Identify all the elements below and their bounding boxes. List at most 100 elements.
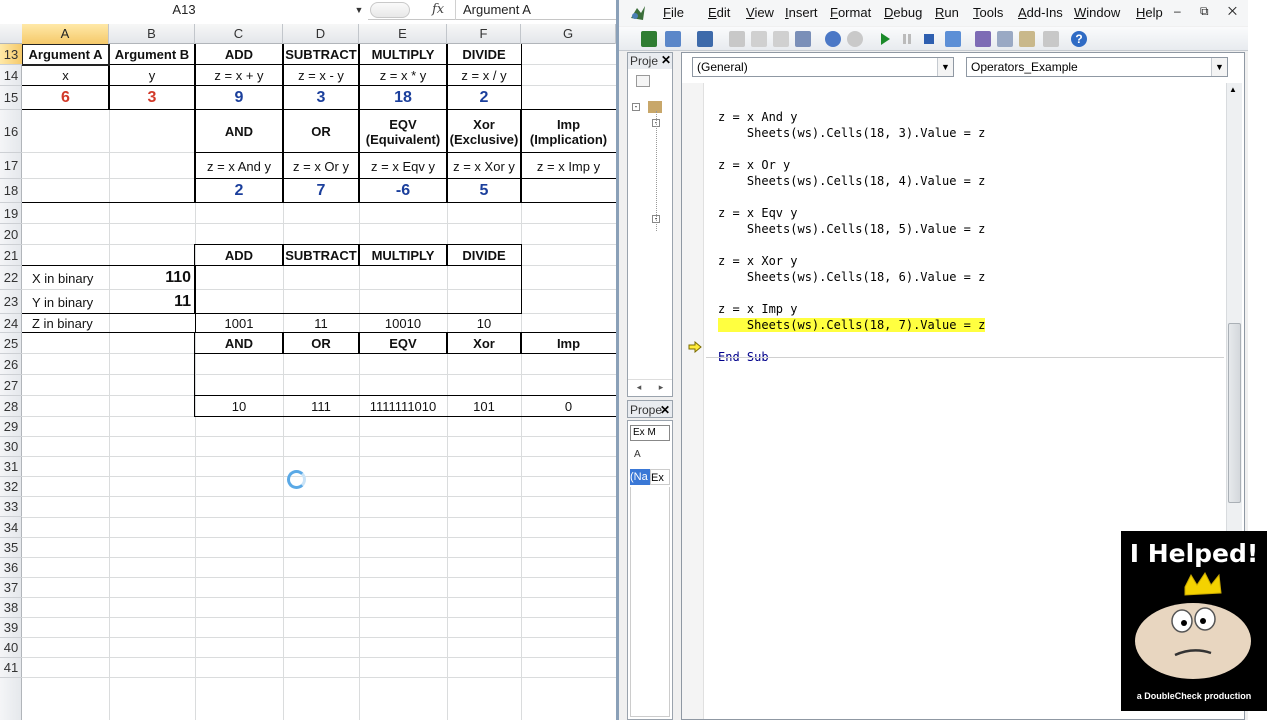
code-line[interactable]: Sheets(ws).Cells(18, 6).Value = z (718, 269, 985, 285)
menu-help[interactable]: Help (1136, 5, 1163, 20)
menu-tools[interactable]: Tools (973, 5, 1003, 20)
row-header-30[interactable]: 30 (0, 437, 22, 458)
tree-collapse-icon[interactable]: - (632, 103, 640, 111)
prop-name-value[interactable]: Ex (650, 469, 670, 485)
row-header-34[interactable]: 34 (0, 518, 22, 538)
object-dropdown[interactable]: (General) ▼ (692, 57, 954, 77)
close-icon[interactable]: ✕ (661, 53, 671, 67)
view-excel-icon[interactable] (641, 31, 657, 47)
column-header-a[interactable]: A (22, 24, 109, 44)
column-header-c[interactable]: C (195, 24, 283, 44)
design-mode-icon[interactable] (945, 31, 961, 47)
object-browser-icon[interactable] (1019, 31, 1035, 47)
reset-icon[interactable] (921, 31, 937, 47)
row-header-41[interactable]: 41 (0, 658, 22, 679)
name-box[interactable]: A13 (0, 0, 368, 20)
z-binary-value[interactable]: 10 (447, 314, 521, 333)
row-header-36[interactable]: 36 (0, 558, 22, 578)
object-combo[interactable]: Ex M (630, 425, 670, 441)
row-header-20[interactable]: 20 (0, 224, 22, 245)
project-explorer[interactable]: Proje ✕ - - - ◂ ▸ (627, 52, 673, 397)
column-header-f[interactable]: F (447, 24, 521, 44)
code-line[interactable]: z = x Xor y (718, 253, 797, 269)
property-grid[interactable] (630, 487, 670, 717)
chevron-down-icon[interactable]: ▼ (937, 58, 953, 76)
row-header-19[interactable]: 19 (0, 203, 22, 224)
row-header-27[interactable]: 27 (0, 375, 22, 396)
insert-function-icon[interactable]: fx (432, 0, 450, 20)
help-icon[interactable]: ? (1071, 31, 1087, 47)
view-code-icon[interactable] (636, 75, 650, 87)
row-header-26[interactable]: 26 (0, 354, 22, 375)
project-explorer-icon[interactable] (975, 31, 991, 47)
row-header-13[interactable]: 13 (0, 44, 22, 65)
paste-icon[interactable] (773, 31, 789, 47)
procedure-dropdown[interactable]: Operators_Example ▼ (966, 57, 1228, 77)
worksheet-grid[interactable]: Argument A Argument B ADD SUBTRACT MULTIPLY D… (22, 44, 616, 720)
row-header-40[interactable]: 40 (0, 638, 22, 659)
vbaproject-icon[interactable] (648, 101, 662, 113)
menu-insert[interactable]: Insert (785, 5, 818, 20)
menu-run[interactable]: Run (935, 5, 959, 20)
z-binary-value[interactable]: 11 (283, 314, 359, 333)
menu-file[interactable]: File (663, 5, 684, 20)
properties-window[interactable]: Ex M A (Na Ex (627, 420, 673, 720)
code-line[interactable]: z = x Eqv y (718, 205, 797, 221)
window-controls[interactable]: – ⧉ ✕ (1174, 4, 1245, 19)
hscroll[interactable]: ◂ ▸ (628, 379, 672, 395)
row-header-32[interactable]: 32 (0, 477, 22, 498)
row-header-39[interactable]: 39 (0, 618, 22, 639)
code-line[interactable]: Sheets(ws).Cells(18, 3).Value = z (718, 125, 985, 141)
row-header-28[interactable]: 28 (0, 396, 22, 417)
row-header-15[interactable]: 15 (0, 86, 22, 110)
z-binary-value[interactable]: 10010 (359, 314, 447, 333)
row-header-35[interactable]: 35 (0, 538, 22, 558)
formula-bar-splitter[interactable] (370, 2, 410, 18)
row-header-18[interactable]: 18 (0, 179, 22, 203)
code-line[interactable]: Sheets(ws).Cells(18, 4).Value = z (718, 173, 985, 189)
code-line[interactable]: Sheets(ws).Cells(18, 5).Value = z (718, 221, 985, 237)
menu-view[interactable]: View (746, 5, 774, 20)
row-header-25[interactable]: 25 (0, 333, 22, 354)
close-icon[interactable]: ✕ (660, 401, 670, 419)
toolbox-icon[interactable] (1043, 31, 1059, 47)
formula-input[interactable]: Argument A (455, 0, 615, 20)
vbe-app-icon[interactable] (629, 4, 647, 22)
prop-name-label[interactable]: (Na (630, 469, 650, 485)
chevron-down-icon[interactable]: ▼ (1211, 58, 1227, 76)
row-header-17[interactable]: 17 (0, 153, 22, 179)
code-line[interactable]: z = x Imp y (718, 301, 797, 317)
undo-icon[interactable] (825, 31, 841, 47)
row-header-38[interactable]: 38 (0, 598, 22, 618)
column-header-g[interactable]: G (521, 24, 616, 44)
alphabetic-tab[interactable]: A (634, 449, 641, 460)
break-icon[interactable] (899, 31, 915, 47)
code-line[interactable]: z = x Or y (718, 157, 790, 173)
row-header-21[interactable]: 21 (0, 245, 22, 266)
menu-addins[interactable]: Add-Ins (1018, 5, 1063, 20)
save-icon[interactable] (697, 31, 713, 47)
vertical-scrollbar[interactable]: ▲ (1226, 83, 1242, 573)
row-header-33[interactable]: 33 (0, 497, 22, 518)
row-header-37[interactable]: 37 (0, 578, 22, 598)
row-header-14[interactable]: 14 (0, 65, 22, 86)
menu-format[interactable]: Format (830, 5, 871, 20)
properties-window-icon[interactable] (997, 31, 1013, 47)
margin-indicator-bar[interactable] (682, 83, 704, 719)
insert-userform-icon[interactable] (665, 31, 681, 47)
row-header-29[interactable]: 29 (0, 417, 22, 438)
row-header-16[interactable]: 16 (0, 110, 22, 153)
menu-window[interactable]: Window (1074, 5, 1120, 20)
column-header-d[interactable]: D (283, 24, 359, 44)
scroll-up-icon[interactable]: ▲ (1229, 85, 1237, 94)
code-line[interactable]: Sheets(ws).Cells(18, 7).Value = z (718, 317, 986, 333)
code-line[interactable]: z = x And y (718, 109, 797, 125)
find-icon[interactable] (795, 31, 811, 47)
cut-icon[interactable] (729, 31, 745, 47)
row-header-22[interactable]: 22 (0, 266, 22, 290)
menu-debug[interactable]: Debug (884, 5, 922, 20)
column-header-e[interactable]: E (359, 24, 447, 44)
row-header-24[interactable]: 24 (0, 314, 22, 333)
chevron-down-icon[interactable]: ▼ (352, 0, 366, 20)
row-header-31[interactable]: 31 (0, 457, 22, 478)
